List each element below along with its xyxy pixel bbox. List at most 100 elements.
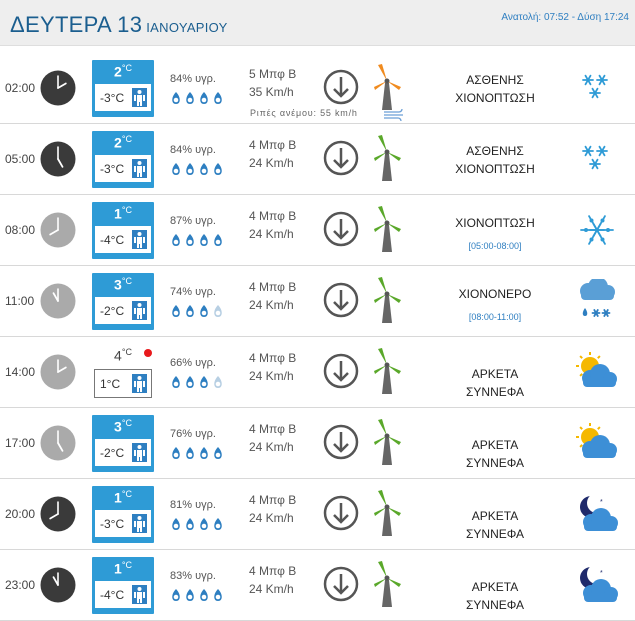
temperature: 1°C bbox=[92, 560, 154, 577]
humidity-drops-icon bbox=[170, 162, 230, 176]
hour-label: 02:00 bbox=[5, 81, 36, 95]
hour-label: 14:00 bbox=[5, 365, 36, 379]
wind-turbine-icon bbox=[372, 134, 402, 182]
feels-like-value: -2°C bbox=[100, 304, 125, 318]
feels-like: -4°C bbox=[95, 226, 151, 253]
condition-text: ΧΙΟΝΟΠΤΩΣΗ bbox=[455, 216, 535, 230]
feels-like-value: -3°C bbox=[100, 91, 125, 105]
condition-text: ΧΙΟΝΟΝΕΡΟ bbox=[458, 287, 532, 301]
feels-like: -2°C bbox=[95, 297, 151, 324]
temperature: 2°C bbox=[92, 63, 154, 80]
svg-text:*: * bbox=[600, 570, 603, 577]
sun-cloud-icon bbox=[575, 421, 619, 465]
wind-direction-arrow-icon bbox=[323, 424, 359, 460]
forecast-row: 02:00 2°C -3°C 84% υγρ. 5 Μπφ Β 35 Km/h Ριπές … bbox=[0, 53, 635, 125]
feels-like: -2°C bbox=[95, 439, 151, 466]
humidity-drops-icon bbox=[170, 304, 230, 318]
temperature: 3°C bbox=[92, 276, 154, 293]
humidity: 84% υγρ. bbox=[170, 73, 216, 85]
forecast-row: 17:00 3°C -2°C 76% υγρ. 4 Μπφ Β 24 Km/h ΑΡΚΕΤΑ… bbox=[0, 408, 635, 479]
wind-speed: 24 Km/h bbox=[249, 511, 294, 525]
wind-direction-arrow-icon bbox=[323, 140, 359, 176]
snowflakes-icon bbox=[575, 66, 619, 110]
temperature-value: 2 bbox=[114, 63, 122, 80]
wind-speed: 24 Km/h bbox=[249, 227, 294, 241]
wind-speed: 24 Km/h bbox=[249, 156, 294, 170]
wind-turbine-icon bbox=[372, 347, 402, 395]
day-title: ΔΕΥΤΕΡΑ 13 ΙΑΝΟΥΑΡΙΟΥ bbox=[10, 12, 228, 38]
condition: ΧΙΟΝΟΠΤΩΣΗ [05:00-08:00] bbox=[425, 214, 565, 255]
moon-cloud-icon: * bbox=[575, 492, 619, 536]
temperature-unit: °C bbox=[121, 418, 132, 428]
wind-direction-arrow-icon bbox=[323, 282, 359, 318]
humidity: 66% υγρ. bbox=[170, 357, 216, 369]
wind-beaufort: 4 Μπφ Β bbox=[249, 351, 297, 365]
condition-text: ΑΣΘΕΝΗΣ ΧΙΟΝΟΠΤΩΣΗ bbox=[455, 73, 535, 105]
humidity: 74% υγρ. bbox=[170, 286, 216, 298]
temperature-box: 3°C -2°C bbox=[92, 415, 154, 472]
condition-text: ΑΣΘΕΝΗΣ ΧΙΟΝΟΠΤΩΣΗ bbox=[455, 144, 535, 176]
humidity-drops-icon bbox=[170, 233, 230, 247]
hour-label: 08:00 bbox=[5, 223, 36, 237]
sunrise-sunset: Ανατολή: 07:52 - Δύση 17:24 bbox=[501, 12, 629, 23]
clock-icon bbox=[40, 425, 76, 461]
wind-turbine-icon bbox=[372, 63, 402, 111]
wind-turbine-icon bbox=[372, 560, 402, 608]
forecast-row: 14:00 4°C 1°C 66% υγρ. 4 Μπφ Β 24 Km/h ΑΡΚΕΤΑ … bbox=[0, 337, 635, 408]
person-icon bbox=[132, 301, 147, 320]
wind-beaufort: 4 Μπφ Β bbox=[249, 493, 297, 507]
humidity: 76% υγρ. bbox=[170, 428, 216, 440]
wind-info: 4 Μπφ Β 24 Km/h bbox=[249, 349, 296, 385]
wind-info: 4 Μπφ Β 24 Km/h bbox=[249, 136, 296, 172]
person-icon bbox=[132, 230, 147, 249]
clock-icon bbox=[40, 354, 76, 390]
wind-speed: 24 Km/h bbox=[249, 298, 294, 312]
snowflakes-icon bbox=[575, 137, 619, 181]
condition: ΑΣΘΕΝΗΣ ΧΙΟΝΟΠΤΩΣΗ bbox=[425, 142, 565, 178]
temperature-value: 2 bbox=[114, 134, 122, 151]
hour-label: 20:00 bbox=[5, 507, 36, 521]
wind-speed: 35 Km/h bbox=[249, 85, 294, 99]
person-icon bbox=[132, 585, 147, 604]
alert-dot-icon bbox=[144, 349, 152, 357]
forecast-row: 23:00 1°C -4°C 83% υγρ. 4 Μπφ Β 24 Km/h ΑΡΚΕΤΑ… bbox=[0, 550, 635, 621]
feels-like-value: 1°C bbox=[100, 377, 121, 391]
snowflake-icon bbox=[575, 208, 619, 252]
day-header: ΔΕΥΤΕΡΑ 13 ΙΑΝΟΥΑΡΙΟΥ Ανατολή: 07:52 - Δύ… bbox=[0, 0, 635, 46]
person-icon bbox=[132, 514, 147, 533]
clock-icon bbox=[40, 141, 76, 177]
hour-label: 05:00 bbox=[5, 152, 36, 166]
wind-direction-arrow-icon bbox=[323, 69, 359, 105]
wind-beaufort: 4 Μπφ Β bbox=[249, 209, 297, 223]
wind-info: 4 Μπφ Β 24 Km/h bbox=[249, 491, 296, 527]
temperature-box: 2°C -3°C bbox=[92, 60, 154, 117]
wind-speed: 24 Km/h bbox=[249, 440, 294, 454]
feels-like-value: -2°C bbox=[100, 446, 125, 460]
temperature-box: 1°C -4°C bbox=[92, 557, 154, 614]
forecast-row: 05:00 2°C -3°C 84% υγρ. 4 Μπφ Β 24 Km/h ΑΣΘΕΝΗ… bbox=[0, 124, 635, 195]
feels-like: 1°C bbox=[94, 369, 152, 398]
sleet-icon bbox=[575, 277, 619, 323]
condition: ΑΡΚΕΤΑ ΣΥΝΝΕΦΑ bbox=[425, 436, 565, 472]
clock-icon bbox=[40, 283, 76, 319]
temperature-unit: °C bbox=[121, 63, 132, 73]
condition: ΑΡΚΕΤΑ ΣΥΝΝΕΦΑ bbox=[425, 578, 565, 614]
temperature: 3°C bbox=[92, 418, 154, 435]
feels-like: -3°C bbox=[95, 155, 151, 182]
condition: ΧΙΟΝΟΝΕΡΟ [08:00-11:00] bbox=[425, 285, 565, 326]
temperature-value: 4 bbox=[114, 347, 122, 364]
temperature-unit: °C bbox=[121, 489, 132, 499]
wind-beaufort: 4 Μπφ Β bbox=[249, 280, 297, 294]
wind-speed: 24 Km/h bbox=[249, 582, 294, 596]
temperature-box: 1°C -4°C bbox=[92, 202, 154, 259]
humidity-drops-icon bbox=[170, 91, 230, 105]
person-icon bbox=[132, 443, 147, 462]
temperature: 1°C bbox=[92, 489, 154, 506]
wind-info: 4 Μπφ Β 24 Km/h bbox=[249, 420, 296, 456]
hour-label: 11:00 bbox=[5, 294, 35, 308]
wind-info: 4 Μπφ Β 24 Km/h bbox=[249, 278, 296, 314]
wind-turbine-icon bbox=[372, 418, 402, 466]
wind-direction-arrow-icon bbox=[323, 211, 359, 247]
temperature: 1°C bbox=[92, 205, 154, 222]
clock-icon bbox=[40, 212, 76, 248]
